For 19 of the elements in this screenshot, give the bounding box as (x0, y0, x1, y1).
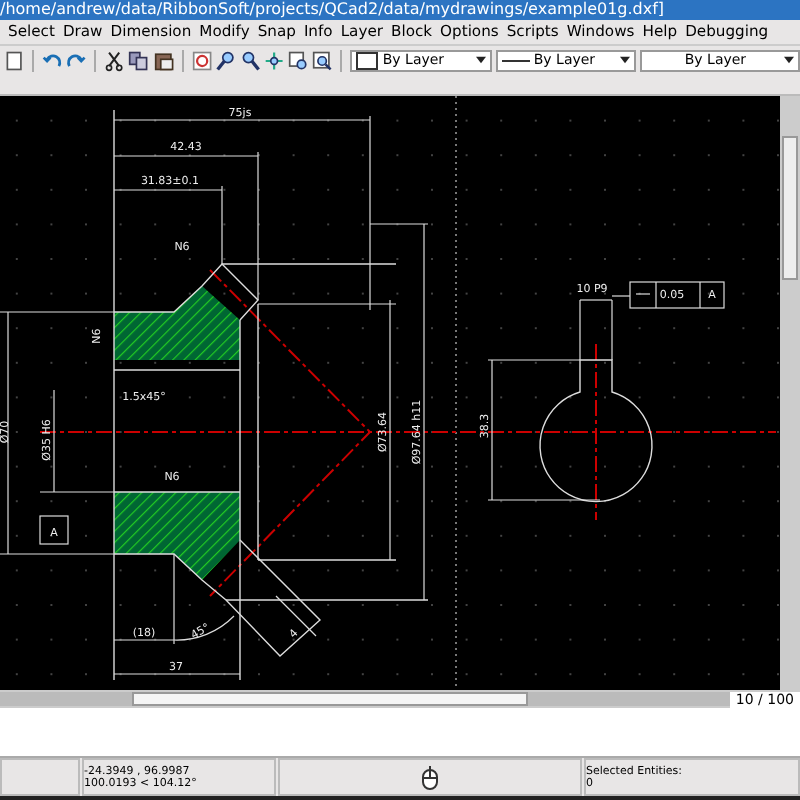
zoom-window-icon[interactable] (288, 49, 309, 72)
vertical-scrollbar[interactable] (780, 96, 800, 691)
copy-icon[interactable] (128, 49, 150, 72)
horizontal-scrollbar[interactable] (0, 692, 730, 707)
zoom-in-icon[interactable] (215, 49, 236, 72)
caret-icon (784, 56, 795, 65)
window-title: /home/andrew/data/RibbonSoft/projects/QCad2/data/mydrawings/example01g.dxf] (0, 0, 800, 20)
zoom-out-icon[interactable] (239, 49, 261, 72)
cut-icon[interactable] (104, 49, 125, 72)
redraw-icon[interactable] (191, 49, 212, 72)
mouse-icon (422, 765, 438, 790)
undo-icon[interactable] (42, 49, 63, 72)
zoom-auto-icon[interactable] (264, 49, 285, 72)
caret-icon (620, 56, 631, 65)
paste-icon[interactable] (153, 49, 174, 72)
document-icon[interactable] (4, 49, 25, 72)
redo-icon[interactable] (66, 49, 87, 72)
caret-icon (475, 56, 486, 65)
zoom-previous-icon[interactable] (312, 49, 333, 72)
